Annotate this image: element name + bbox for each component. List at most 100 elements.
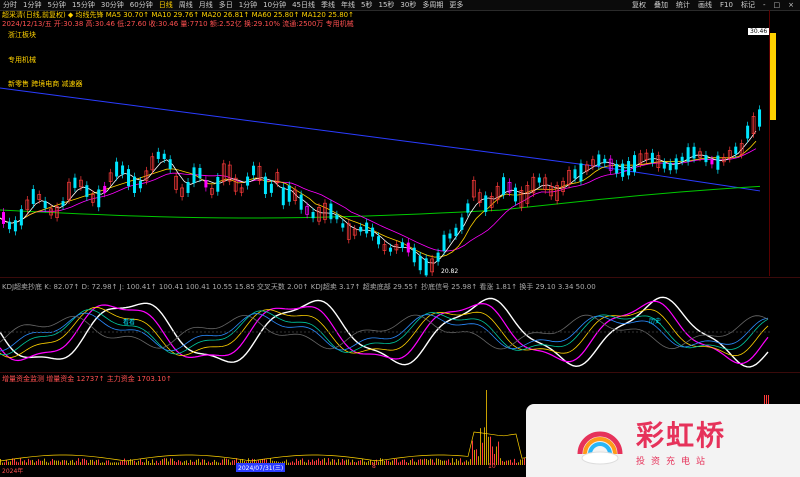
volume-bar: [74, 462, 75, 465]
period-tab-17[interactable]: 30秒: [397, 0, 419, 10]
period-tab-11[interactable]: 10分钟: [260, 0, 289, 10]
candle-body: [252, 165, 256, 176]
right-menu-item-5[interactable]: 标记: [737, 0, 759, 10]
volume-bar: [476, 449, 477, 465]
period-tab-13[interactable]: 季线: [318, 0, 338, 10]
volume-bar: [124, 458, 125, 465]
volume-bar: [210, 462, 211, 465]
volume-bar: [76, 460, 77, 465]
volume-bar: [320, 461, 321, 465]
volume-bar: [390, 462, 391, 465]
period-tab-4[interactable]: 30分钟: [98, 0, 127, 10]
candle-body: [680, 156, 684, 162]
candle-body: [156, 151, 160, 159]
volume-bar: [78, 458, 79, 465]
period-tab-1[interactable]: 1分钟: [20, 0, 44, 10]
volume-bar: [384, 460, 385, 465]
volume-bar: [324, 458, 325, 465]
candle-body: [448, 233, 452, 239]
candle-body: [597, 154, 601, 166]
volume-bar: [170, 458, 171, 465]
volume-bar: [456, 459, 457, 465]
volume-bar: [444, 460, 445, 465]
right-menu-item-2[interactable]: 统计: [672, 0, 694, 10]
volume-bar: [52, 458, 53, 465]
right-menu-item-1[interactable]: 叠加: [650, 0, 672, 10]
right-menu-item-7[interactable]: □: [770, 0, 785, 10]
candle-body: [329, 203, 333, 220]
volume-bar: [188, 462, 189, 465]
volume-bar: [118, 462, 119, 465]
volume-bar: [114, 462, 115, 465]
period-tab-3[interactable]: 15分钟: [69, 0, 98, 10]
period-tab-18[interactable]: 多周期: [419, 0, 446, 10]
period-tab-12[interactable]: 45日线: [289, 0, 318, 10]
volume-bar: [316, 460, 317, 465]
volume-bar: [350, 462, 351, 465]
volume-bar: [38, 459, 39, 465]
candle-body: [103, 185, 107, 194]
period-tab-8[interactable]: 月线: [196, 0, 216, 10]
candle-body: [85, 185, 89, 197]
right-menu-item-0[interactable]: 复权: [628, 0, 650, 10]
volume-bar: [344, 460, 345, 465]
volume-bar: [462, 462, 463, 465]
volume-bar: [482, 442, 483, 465]
period-tab-14[interactable]: 年线: [338, 0, 358, 10]
volume-bar: [420, 459, 421, 465]
low-price-label: 20.82: [441, 268, 459, 275]
volume-bar: [378, 461, 379, 465]
volume-bar: [426, 459, 427, 465]
candle-body: [537, 177, 541, 183]
candle-body: [365, 222, 369, 234]
candle-body: [359, 226, 363, 232]
period-tab-9[interactable]: 多日: [216, 0, 236, 10]
volume-bar: [166, 458, 167, 465]
volume-bar: [430, 458, 431, 465]
volume-bar: [28, 458, 29, 465]
period-tab-16[interactable]: 15秒: [375, 0, 397, 10]
candlestick-chart[interactable]: [0, 28, 770, 278]
period-tab-15[interactable]: 5秒: [358, 0, 375, 10]
volume-bar: [506, 460, 507, 465]
volume-bar: [152, 459, 153, 465]
right-menu-item-3[interactable]: 画线: [694, 0, 716, 10]
volume-bar: [334, 459, 335, 465]
candle-body: [436, 252, 440, 262]
candle-body: [484, 195, 488, 213]
volume-bar: [24, 460, 25, 465]
volume-bar: [520, 459, 521, 465]
volume-bar: [400, 461, 401, 465]
period-tab-10[interactable]: 1分钟: [236, 0, 260, 10]
period-tab-2[interactable]: 5分钟: [44, 0, 68, 10]
period-tab-6[interactable]: 日线: [156, 0, 176, 10]
right-menu-item-4[interactable]: F10: [716, 0, 737, 10]
volume-bar: [428, 460, 429, 465]
right-menu-item-6[interactable]: -: [759, 0, 770, 10]
period-tab-0[interactable]: 分时: [0, 0, 20, 10]
volume-bar: [358, 460, 359, 465]
right-menu-item-8[interactable]: ×: [784, 0, 798, 10]
volume-bar: [516, 462, 517, 465]
period-tab-5[interactable]: 60分钟: [127, 0, 156, 10]
volume-bar: [42, 460, 43, 465]
period-tab-19[interactable]: 更多: [446, 0, 466, 10]
volume-bar: [60, 461, 61, 465]
volume-bar: [432, 459, 433, 465]
kdj-header-text: KDJ超卖抄底 K: 82.07↑ D: 72.98↑ J: 100.41↑ 1…: [2, 283, 596, 291]
volume-bar: [102, 462, 103, 465]
volume-bar: [158, 462, 159, 465]
period-tab-7[interactable]: 周线: [176, 0, 196, 10]
candle-body: [216, 176, 220, 192]
candle-body: [13, 220, 17, 232]
volume-gauge-bar: [770, 33, 776, 120]
period-toolbar: 分时 1分钟 5分钟 15分钟 30分钟 60分钟 日线 周线 月线 多日 1分钟 10分钟 45日线季…: [0, 0, 800, 11]
volume-bar: [100, 462, 101, 465]
volume-bar: [40, 460, 41, 465]
kdj-chart[interactable]: [0, 292, 780, 372]
volume-bar: [468, 461, 469, 465]
volume-bar: [234, 460, 235, 465]
volume-bar: [404, 459, 405, 465]
volume-bar: [228, 459, 229, 465]
volume-bar: [294, 462, 295, 465]
